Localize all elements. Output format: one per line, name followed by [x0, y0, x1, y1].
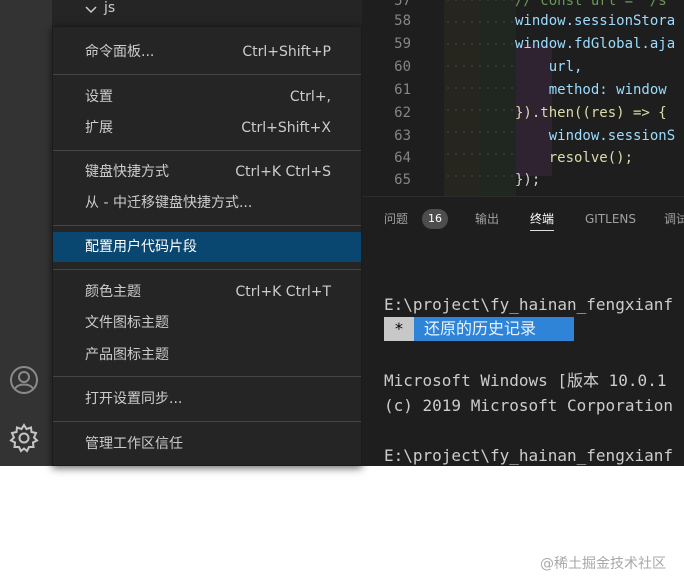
- terminal-line: (c) 2019 Microsoft Corporation: [384, 396, 673, 415]
- menu-item-label: 文件图标主题: [85, 315, 169, 331]
- menu-item-settings[interactable]: 设置 Ctrl+,: [53, 82, 361, 112]
- menu-separator: [53, 421, 361, 422]
- line-code: url,: [515, 59, 583, 75]
- line-code: }).then((res) => {: [515, 105, 667, 121]
- menu-item-product-icon-theme[interactable]: 产品图标主题: [53, 340, 361, 370]
- line-number: 62: [394, 105, 411, 121]
- menu-item-label: 设置: [85, 89, 113, 105]
- line-number: 63: [394, 128, 411, 144]
- line-number: 58: [394, 13, 411, 29]
- code-line: 62 }).then((res) => {: [362, 102, 684, 124]
- chevron-down-icon: [85, 6, 97, 14]
- line-number: 59: [394, 36, 411, 52]
- code-line: 59 window.fdGlobal.aja: [362, 33, 684, 55]
- menu-item-shortcut: Ctrl+,: [289, 89, 331, 105]
- menu-item-configure-snippets[interactable]: 配置用户代码片段: [53, 232, 361, 262]
- menu-item-workspace-trust[interactable]: 管理工作区信任: [53, 429, 361, 459]
- menu-separator: [53, 74, 361, 75]
- code-line: 58 window.sessionStora: [362, 10, 684, 32]
- code-line: 61 method: window: [362, 79, 684, 101]
- tab-debug-console[interactable]: 调试: [664, 211, 684, 227]
- menu-item-color-theme[interactable]: 颜色主题 Ctrl+K Ctrl+T: [53, 277, 361, 307]
- menu-item-label: 扩展: [85, 120, 113, 136]
- menu-item-label: 命令面板...: [85, 44, 155, 60]
- code-line: 60 url,: [362, 56, 684, 78]
- tree-folder-label: js: [104, 0, 116, 16]
- menu-item-settings-sync[interactable]: 打开设置同步...: [53, 384, 361, 414]
- menu-item-label: 管理工作区信任: [85, 436, 183, 452]
- panel-tabs: 问题 16 输出 终端 GITLENS 调试: [362, 197, 684, 243]
- menu-separator: [53, 225, 361, 226]
- tab-output[interactable]: 输出: [475, 211, 499, 227]
- code-editor[interactable]: 57 // const url = '/s 58 window.sessionS…: [362, 0, 684, 196]
- menu-separator: [53, 376, 361, 377]
- line-number: 60: [394, 59, 411, 75]
- line-number: 64: [394, 150, 411, 166]
- manage-context-menu: 命令面板... Ctrl+Shift+P 设置 Ctrl+, 扩展 Ctrl+S…: [52, 26, 362, 466]
- activity-bar: [0, 0, 52, 466]
- menu-item-label: 颜色主题: [85, 284, 141, 300]
- code-line: 65 });: [362, 169, 684, 191]
- menu-item-command-palette[interactable]: 命令面板... Ctrl+Shift+P: [53, 37, 361, 67]
- menu-item-extensions[interactable]: 扩展 Ctrl+Shift+X: [53, 113, 361, 143]
- tree-folder-js[interactable]: js: [82, 0, 202, 22]
- menu-item-label: 键盘快捷方式: [85, 164, 169, 180]
- menu-item-label: 配置用户代码片段: [85, 239, 197, 255]
- line-code: resolve();: [515, 150, 634, 166]
- watermark: @稀土掘金技术社区: [540, 556, 666, 572]
- menu-item-label: 打开设置同步...: [85, 391, 183, 407]
- restore-label: 还原的历史记录: [414, 317, 574, 341]
- menu-item-shortcut: Ctrl+Shift+P: [242, 44, 331, 60]
- restored-history-banner: * 还原的历史记录: [384, 317, 574, 341]
- tab-terminal[interactable]: 终端: [530, 211, 555, 231]
- terminal-prompt: E:\project\fy_hainan_fengxianf: [384, 295, 673, 314]
- menu-item-label: 产品图标主题: [85, 347, 169, 363]
- line-code: window.sessionS: [515, 128, 676, 144]
- tab-gitlens[interactable]: GITLENS: [585, 211, 636, 227]
- terminal-prompt: E:\project\fy_hainan_fengxianf: [384, 446, 673, 465]
- menu-item-shortcut: Ctrl+K Ctrl+T: [235, 284, 331, 300]
- problems-count-badge: 16: [422, 209, 448, 229]
- line-number: 65: [394, 172, 411, 188]
- menu-item-label: 从 - 中迁移键盘快捷方式...: [85, 195, 253, 211]
- menu-item-keyboard-shortcuts[interactable]: 键盘快捷方式 Ctrl+K Ctrl+S: [53, 157, 361, 187]
- line-code: method: window: [515, 82, 667, 98]
- menu-separator: [53, 150, 361, 151]
- terminal-line: Microsoft Windows [版本 10.0.1: [384, 371, 667, 390]
- menu-item-shortcut: Ctrl+K Ctrl+S: [235, 164, 331, 180]
- menu-item-shortcut: Ctrl+Shift+X: [241, 120, 331, 136]
- code-line: 63 window.sessionS: [362, 125, 684, 147]
- line-code: window.fdGlobal.aja: [515, 36, 676, 52]
- account-icon[interactable]: [8, 364, 40, 396]
- bottom-panel: 问题 16 输出 终端 GITLENS 调试 E:\project\fy_hai…: [362, 196, 684, 466]
- line-number: 61: [394, 82, 411, 98]
- restore-star: *: [384, 317, 414, 341]
- menu-separator: [53, 269, 361, 270]
- menu-item-migrate-keybindings[interactable]: 从 - 中迁移键盘快捷方式...: [53, 188, 361, 218]
- line-code: });: [515, 172, 541, 188]
- menu-item-file-icon-theme[interactable]: 文件图标主题: [53, 308, 361, 338]
- line-code: window.sessionStora: [515, 13, 676, 29]
- gear-icon[interactable]: [8, 422, 40, 454]
- code-line: 64 resolve();: [362, 147, 684, 169]
- tab-problems[interactable]: 问题: [384, 211, 408, 227]
